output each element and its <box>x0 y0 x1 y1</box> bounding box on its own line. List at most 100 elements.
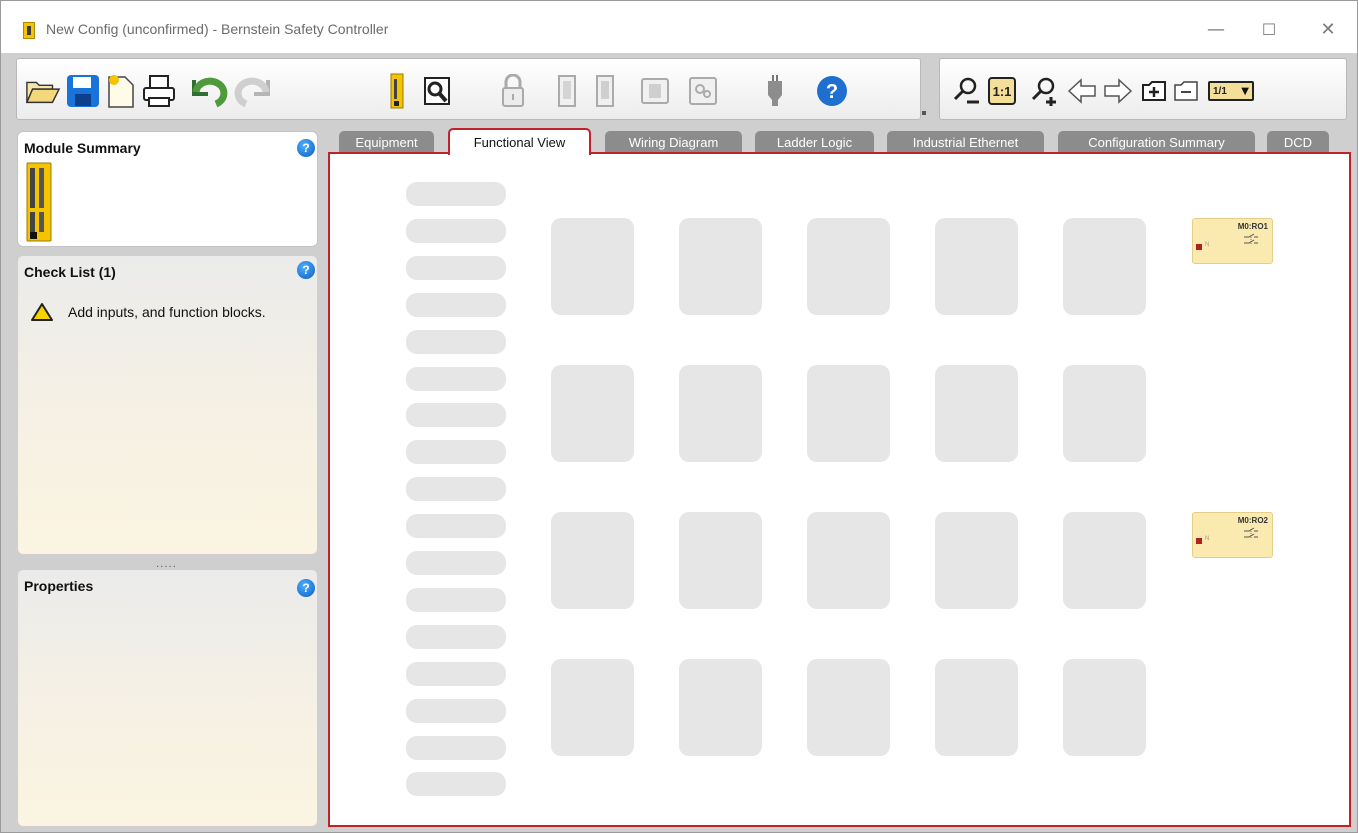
function-block-slot[interactable] <box>679 659 762 756</box>
help-icon[interactable]: ? <box>297 579 315 597</box>
page-selector[interactable]: 1/1 ▼ <box>1206 73 1256 109</box>
controller-module-icon[interactable] <box>387 73 407 109</box>
check-list-item-text: Add inputs, and function blocks. <box>68 304 266 320</box>
function-block-slot[interactable] <box>1063 365 1146 462</box>
module-a-icon[interactable] <box>549 73 585 109</box>
arrow-left-icon[interactable] <box>1064 73 1100 109</box>
input-slot[interactable] <box>406 698 506 723</box>
redo-icon[interactable] <box>231 73 277 109</box>
toolbar-grip[interactable] <box>922 111 926 115</box>
input-slot[interactable] <box>406 182 506 206</box>
function-block-slot[interactable] <box>551 365 634 462</box>
module-summary-title: Module Summary <box>24 140 141 156</box>
tab-equipment[interactable]: Equipment <box>339 131 434 153</box>
zoom-out-icon[interactable] <box>948 73 984 109</box>
app-window: New Config (unconfirmed) - Bernstein Saf… <box>0 0 1358 833</box>
output-indicator: N <box>1205 536 1210 542</box>
lock-icon[interactable] <box>495 73 531 109</box>
window-title: New Config (unconfirmed) - Bernstein Saf… <box>46 21 389 37</box>
function-block-slot[interactable] <box>551 218 634 315</box>
input-slot[interactable] <box>406 292 506 317</box>
warning-icon <box>31 303 53 321</box>
gear-module-icon[interactable] <box>685 73 721 109</box>
tab-configuration-summary[interactable]: Configuration Summary <box>1058 131 1255 153</box>
function-block-slot[interactable] <box>679 512 762 609</box>
module-b-icon[interactable] <box>587 73 623 109</box>
view-toolbar: 1:1 1/1 ▼ <box>939 58 1347 120</box>
input-slot[interactable] <box>406 329 506 354</box>
check-list-panel: Check List (1) ? Add inputs, and functio… <box>17 255 318 555</box>
module-summary-panel: Module Summary ? <box>17 131 318 247</box>
inspect-icon[interactable] <box>419 73 455 109</box>
function-block-slot[interactable] <box>935 659 1018 756</box>
close-button[interactable]: ✕ <box>1313 17 1343 43</box>
tab-ladder-logic[interactable]: Ladder Logic <box>755 131 874 153</box>
input-slot[interactable] <box>406 255 506 280</box>
svg-text:?: ? <box>826 81 838 103</box>
input-slot[interactable] <box>406 551 506 575</box>
input-slot[interactable] <box>406 477 506 502</box>
output-block-ro2[interactable]: M0:RO2 N <box>1192 512 1273 558</box>
function-block-slot[interactable] <box>1063 512 1146 609</box>
relay-contact-icon <box>1244 527 1258 539</box>
input-slot[interactable] <box>406 366 506 391</box>
app-logo-icon <box>23 22 35 39</box>
function-block-slot[interactable] <box>679 218 762 315</box>
controller-module-thumbnail[interactable] <box>26 162 52 242</box>
zoom-in-icon[interactable] <box>1026 73 1062 109</box>
title-bar: New Config (unconfirmed) - Bernstein Saf… <box>1 1 1357 53</box>
function-block-slot[interactable] <box>935 512 1018 609</box>
check-list-title: Check List (1) <box>24 264 116 280</box>
input-slot[interactable] <box>406 403 506 428</box>
output-label: M0:RO1 <box>1237 222 1268 231</box>
input-slot[interactable] <box>406 514 506 539</box>
plug-icon[interactable] <box>757 73 793 109</box>
save-icon[interactable] <box>65 73 101 109</box>
function-block-slot[interactable] <box>807 365 890 462</box>
open-folder-icon[interactable] <box>25 73 61 109</box>
maximize-button[interactable]: ☐ <box>1254 17 1284 43</box>
chevron-down-icon: ▼ <box>1241 85 1249 97</box>
input-slot[interactable] <box>406 772 506 797</box>
zoom-reset-button[interactable]: 1:1 <box>984 73 1020 109</box>
print-icon[interactable] <box>141 73 177 109</box>
page-selector-value: 1/1 <box>1213 85 1227 97</box>
undo-icon[interactable] <box>185 73 231 109</box>
minimize-button[interactable]: — <box>1201 17 1231 43</box>
help-icon[interactable]: ? <box>297 261 315 279</box>
output-label: M0:RO2 <box>1237 516 1268 525</box>
remove-page-icon[interactable] <box>1168 73 1204 109</box>
input-slot[interactable] <box>406 735 506 760</box>
help-toolbar-icon[interactable]: ? <box>814 73 850 109</box>
input-slot[interactable] <box>406 440 506 465</box>
check-list-item[interactable]: Add inputs, and function blocks. <box>30 302 266 322</box>
input-slot[interactable] <box>406 587 506 612</box>
functional-view-canvas[interactable]: M0:RO1 N M0:RO2 N <box>328 152 1351 827</box>
tab-wiring-diagram[interactable]: Wiring Diagram <box>605 131 742 153</box>
function-block-slot[interactable] <box>807 218 890 315</box>
function-block-slot[interactable] <box>935 218 1018 315</box>
input-slot[interactable] <box>406 624 506 649</box>
output-block-ro1[interactable]: M0:RO1 N <box>1192 218 1273 264</box>
function-block-slot[interactable] <box>807 659 890 756</box>
input-slot[interactable] <box>406 661 506 686</box>
main-toolbar: ? <box>16 58 921 120</box>
function-block-slot[interactable] <box>551 512 634 609</box>
add-page-icon[interactable] <box>1136 73 1172 109</box>
module-c-icon[interactable] <box>637 73 673 109</box>
tab-dcd[interactable]: DCD <box>1267 131 1329 153</box>
tab-functional-view[interactable]: Functional View <box>448 128 591 155</box>
function-block-slot[interactable] <box>679 365 762 462</box>
function-block-slot[interactable] <box>935 365 1018 462</box>
function-block-slot[interactable] <box>1063 659 1146 756</box>
input-slot[interactable] <box>406 218 506 243</box>
function-block-slot[interactable] <box>1063 218 1146 315</box>
function-block-slot[interactable] <box>807 512 890 609</box>
arrow-right-icon[interactable] <box>1100 73 1136 109</box>
new-config-icon[interactable] <box>103 73 139 109</box>
output-indicator: N <box>1205 242 1210 248</box>
help-icon[interactable]: ? <box>297 139 315 157</box>
status-led-icon <box>1196 538 1202 544</box>
tab-industrial-ethernet[interactable]: Industrial Ethernet <box>887 131 1044 153</box>
function-block-slot[interactable] <box>551 659 634 756</box>
